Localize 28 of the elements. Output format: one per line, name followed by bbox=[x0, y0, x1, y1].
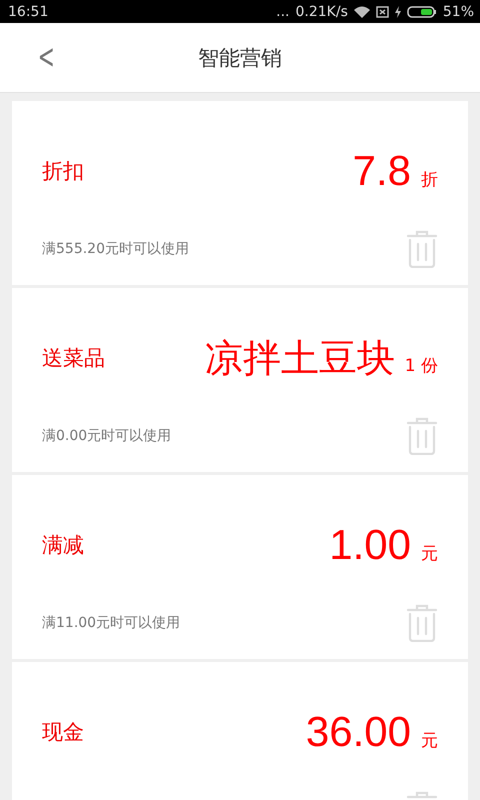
more-indicator: ... bbox=[276, 4, 290, 20]
usage-condition: 满555.20元时可以使用 bbox=[42, 240, 189, 258]
promotion-type: 送菜品 bbox=[42, 345, 106, 372]
charging-icon bbox=[394, 6, 401, 18]
promotion-unit: 1 份 bbox=[404, 354, 438, 376]
trash-icon[interactable] bbox=[406, 604, 438, 642]
back-button[interactable]: < bbox=[34, 37, 58, 77]
promotion-type: 满减 bbox=[42, 532, 85, 559]
clock: 16:51 bbox=[8, 4, 48, 20]
trash-icon[interactable] bbox=[406, 230, 438, 268]
battery-icon bbox=[406, 6, 437, 18]
promotion-value: 7.8 bbox=[352, 147, 411, 195]
promotion-value: 36.00 bbox=[306, 708, 411, 756]
promotion-unit: 元 bbox=[421, 730, 438, 752]
promotion-unit: 元 bbox=[421, 543, 438, 565]
page-title: 智能营销 bbox=[198, 44, 282, 72]
promotion-value: 凉拌土豆块 bbox=[204, 334, 395, 382]
promotion-value: 1.00 bbox=[329, 521, 411, 569]
promotion-type: 折扣 bbox=[42, 158, 85, 185]
usage-condition: 满0.00元时可以使用 bbox=[42, 427, 172, 445]
trash-icon[interactable] bbox=[406, 417, 438, 455]
usage-condition: 满11.00元时可以使用 bbox=[42, 614, 180, 632]
battery-percent: 51% bbox=[442, 4, 474, 20]
network-speed: 0.21K/s bbox=[296, 4, 348, 20]
promotion-unit: 折 bbox=[421, 169, 438, 191]
wifi-icon bbox=[354, 6, 370, 18]
sim-icon bbox=[376, 6, 389, 18]
promotion-type: 现金 bbox=[42, 719, 85, 746]
